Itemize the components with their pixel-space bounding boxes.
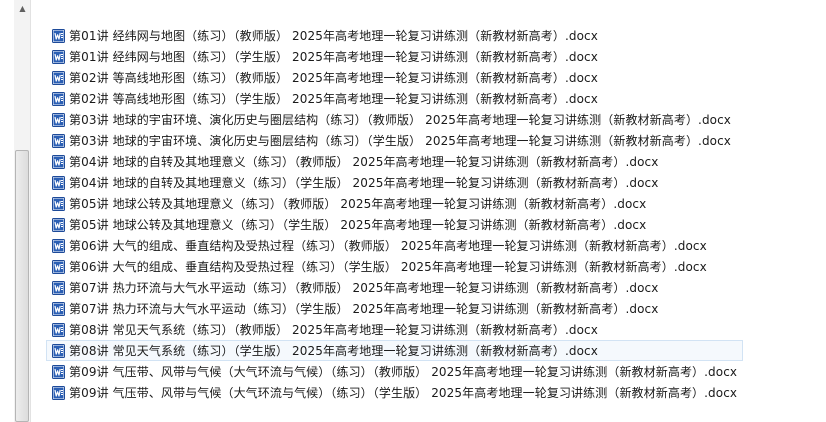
file-name: 第04讲 地球的自转及其地理意义（练习）（教师版） 2025年高考地理一轮复习讲… (69, 155, 659, 169)
file-name: 第09讲 气压带、风带与气候（大气环流与气候）（练习）（学生版） 2025年高考… (69, 386, 738, 400)
file-list-item[interactable]: 第04讲 地球的自转及其地理意义（练习）（学生版） 2025年高考地理一轮复习讲… (46, 172, 743, 193)
file-name: 第07讲 热力环流与大气水平运动（练习）（学生版） 2025年高考地理一轮复习讲… (69, 302, 659, 316)
word-doc-icon (52, 91, 65, 106)
file-explorer-window: ▲ 第01讲 经纬网与地图（练习）（教师版） 2025年高考地理一轮复习讲练测（… (0, 0, 826, 422)
file-name: 第05讲 地球公转及其地理意义（练习）（学生版） 2025年高考地理一轮复习讲练… (69, 218, 647, 232)
file-list-item[interactable]: 第07讲 热力环流与大气水平运动（练习）（教师版） 2025年高考地理一轮复习讲… (46, 277, 743, 298)
word-doc-icon (52, 196, 65, 211)
file-list-item[interactable]: 第03讲 地球的宇宙环境、演化历史与圈层结构（练习）（学生版） 2025年高考地… (46, 130, 743, 151)
word-doc-icon (52, 301, 65, 316)
word-doc-icon (52, 28, 65, 43)
file-list-item[interactable]: 第04讲 地球的自转及其地理意义（练习）（教师版） 2025年高考地理一轮复习讲… (46, 151, 743, 172)
file-name: 第01讲 经纬网与地图（练习）（教师版） 2025年高考地理一轮复习讲练测（新教… (69, 29, 598, 43)
word-doc-icon (52, 322, 65, 337)
file-list-item[interactable]: 第01讲 经纬网与地图（练习）（教师版） 2025年高考地理一轮复习讲练测（新教… (46, 25, 743, 46)
file-name: 第05讲 地球公转及其地理意义（练习）（教师版） 2025年高考地理一轮复习讲练… (69, 197, 647, 211)
file-name: 第03讲 地球的宇宙环境、演化历史与圈层结构（练习）（教师版） 2025年高考地… (69, 113, 732, 127)
file-name: 第01讲 经纬网与地图（练习）（学生版） 2025年高考地理一轮复习讲练测（新教… (69, 50, 598, 64)
file-name: 第08讲 常见天气系统（练习）（学生版） 2025年高考地理一轮复习讲练测（新教… (69, 344, 598, 358)
word-doc-icon (52, 175, 65, 190)
word-doc-icon (52, 49, 65, 64)
file-list: 第01讲 经纬网与地图（练习）（教师版） 2025年高考地理一轮复习讲练测（新教… (46, 25, 744, 403)
scroll-up-arrow-icon[interactable]: ▲ (14, 0, 31, 17)
file-list-item[interactable]: 第07讲 热力环流与大气水平运动（练习）（学生版） 2025年高考地理一轮复习讲… (46, 298, 743, 319)
word-doc-icon (52, 133, 65, 148)
file-name: 第02讲 等高线地形图（练习）（教师版） 2025年高考地理一轮复习讲练测（新教… (69, 71, 598, 85)
file-name: 第02讲 等高线地形图（练习）（学生版） 2025年高考地理一轮复习讲练测（新教… (69, 92, 598, 106)
file-list-item[interactable]: 第08讲 常见天气系统（练习）（学生版） 2025年高考地理一轮复习讲练测（新教… (46, 340, 744, 361)
file-name: 第04讲 地球的自转及其地理意义（练习）（学生版） 2025年高考地理一轮复习讲… (69, 176, 659, 190)
word-doc-icon (52, 217, 65, 232)
word-doc-icon (52, 238, 65, 253)
file-list-item[interactable]: 第09讲 气压带、风带与气候（大气环流与气候）（练习）（学生版） 2025年高考… (46, 382, 743, 403)
scroll-thumb[interactable] (15, 150, 29, 422)
word-doc-icon (52, 154, 65, 169)
word-doc-icon (52, 70, 65, 85)
file-name: 第09讲 气压带、风带与气候（大气环流与气候）（练习）（教师版） 2025年高考… (69, 365, 738, 379)
file-list-item[interactable]: 第08讲 常见天气系统（练习）（教师版） 2025年高考地理一轮复习讲练测（新教… (46, 319, 743, 340)
word-doc-icon (52, 364, 65, 379)
file-list-item[interactable]: 第01讲 经纬网与地图（练习）（学生版） 2025年高考地理一轮复习讲练测（新教… (46, 46, 743, 67)
file-list-item[interactable]: 第09讲 气压带、风带与气候（大气环流与气候）（练习）（教师版） 2025年高考… (46, 361, 743, 382)
file-list-item[interactable]: 第05讲 地球公转及其地理意义（练习）（学生版） 2025年高考地理一轮复习讲练… (46, 214, 743, 235)
word-doc-icon (52, 280, 65, 295)
file-name: 第07讲 热力环流与大气水平运动（练习）（教师版） 2025年高考地理一轮复习讲… (69, 281, 659, 295)
file-list-item[interactable]: 第05讲 地球公转及其地理意义（练习）（教师版） 2025年高考地理一轮复习讲练… (46, 193, 743, 214)
file-list-item[interactable]: 第03讲 地球的宇宙环境、演化历史与圈层结构（练习）（教师版） 2025年高考地… (46, 109, 743, 130)
file-name: 第08讲 常见天气系统（练习）（教师版） 2025年高考地理一轮复习讲练测（新教… (69, 323, 598, 337)
vertical-scrollbar[interactable]: ▲ (14, 0, 31, 422)
file-list-item[interactable]: 第06讲 大气的组成、垂直结构及受热过程（练习）（学生版） 2025年高考地理一… (46, 256, 743, 277)
word-doc-icon (52, 343, 65, 358)
word-doc-icon (52, 259, 65, 274)
word-doc-icon (52, 385, 65, 400)
file-list-item[interactable]: 第06讲 大气的组成、垂直结构及受热过程（练习）（教师版） 2025年高考地理一… (46, 235, 743, 256)
file-list-item[interactable]: 第02讲 等高线地形图（练习）（学生版） 2025年高考地理一轮复习讲练测（新教… (46, 88, 743, 109)
file-name: 第06讲 大气的组成、垂直结构及受热过程（练习）（学生版） 2025年高考地理一… (69, 260, 707, 274)
word-doc-icon (52, 112, 65, 127)
file-name: 第06讲 大气的组成、垂直结构及受热过程（练习）（教师版） 2025年高考地理一… (69, 239, 707, 253)
file-name: 第03讲 地球的宇宙环境、演化历史与圈层结构（练习）（学生版） 2025年高考地… (69, 134, 732, 148)
file-list-item[interactable]: 第02讲 等高线地形图（练习）（教师版） 2025年高考地理一轮复习讲练测（新教… (46, 67, 743, 88)
